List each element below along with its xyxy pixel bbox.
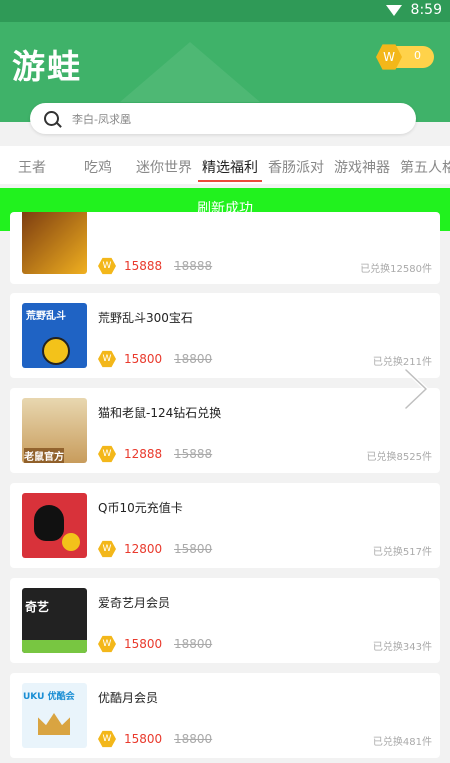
list-item[interactable]: 老鼠官方 猫和老鼠-124钻石兑换 W 12888 15888 已兑换8525件 [10, 388, 440, 473]
card-original-price: 18888 [174, 259, 213, 273]
card-thumbnail [22, 212, 87, 274]
card-title: 爱奇艺月会员 [98, 596, 171, 610]
header-decoration [120, 42, 260, 102]
thumbnail-stripe [22, 640, 87, 653]
coin-balance-value: 0 [414, 49, 421, 62]
coin-icon: W [376, 44, 402, 70]
status-time: 8:59 [410, 2, 442, 18]
wifi-icon [386, 5, 402, 16]
chevron-right-icon[interactable] [400, 366, 430, 412]
card-thumbnail [22, 493, 87, 558]
card-thumbnail: 奇艺 [22, 588, 87, 653]
card-title: 荒野乱斗300宝石 [98, 311, 193, 325]
card-sold-count: 已兑换8525件 [366, 452, 432, 463]
coin-icon: W [98, 350, 116, 368]
thumbnail-caption: 荒野乱斗 [26, 311, 66, 322]
card-title: Q币10元充值卡 [98, 501, 183, 515]
card-price: 15800 [124, 732, 163, 746]
card-price: 12800 [124, 542, 163, 556]
card-thumbnail: 老鼠官方 [22, 398, 87, 463]
qq-penguin-icon [34, 505, 64, 541]
card-thumbnail: UKU 优酷会 [22, 683, 87, 748]
thumbnail-caption: 老鼠官方 [24, 448, 64, 463]
card-sold-count: 已兑换517件 [372, 547, 432, 558]
search-placeholder: 李白-凤求凰 [72, 113, 131, 126]
card-thumbnail: 荒野乱斗 [22, 303, 87, 368]
active-tab-indicator [198, 180, 262, 182]
search-icon [44, 111, 59, 126]
card-price: 15888 [124, 259, 163, 273]
list-item[interactable]: UKU 优酷会 优酷月会员 W 15800 18800 已兑换481件 [10, 673, 440, 758]
card-sold-count: 已兑换481件 [372, 737, 432, 748]
thumbnail-caption: UKU 优酷会 [23, 692, 75, 702]
card-original-price: 15888 [174, 447, 213, 461]
status-bar: 8:59 [0, 0, 450, 22]
tab-identity-v[interactable]: 第五人格 [400, 157, 450, 177]
card-original-price: 18800 [174, 732, 213, 746]
card-sold-count: 已兑换343件 [372, 642, 432, 653]
thumbnail-caption: 奇艺 [25, 600, 50, 614]
coin-icon: W [98, 257, 116, 275]
card-price: 12888 [124, 447, 163, 461]
tab-game-tools[interactable]: 游戏神器 [334, 157, 390, 177]
card-price: 15800 [124, 637, 163, 651]
card-title: 猫和老鼠-124钻石兑换 [98, 406, 222, 420]
card-original-price: 18800 [174, 352, 213, 366]
crown-icon [38, 713, 70, 735]
list-item[interactable]: Q币10元充值卡 W 12800 15800 已兑换517件 [10, 483, 440, 568]
card-sold-count: 已兑换12580件 [360, 264, 432, 275]
coin-icon: W [98, 540, 116, 558]
list-item[interactable]: 奇艺 爱奇艺月会员 W 15800 18800 已兑换343件 [10, 578, 440, 663]
card-price: 15800 [124, 352, 163, 366]
coin-icon [62, 533, 80, 551]
tab-featured-benefits[interactable]: 精选福利 [202, 157, 258, 177]
tab-wangzhe[interactable]: 王者 [18, 157, 46, 177]
card-original-price: 18800 [174, 637, 213, 651]
list-item[interactable]: 荒野乱斗 荒野乱斗300宝石 W 15800 18800 已兑换211件 [10, 293, 440, 378]
category-tabs: 王者 吃鸡 迷你世界 精选福利 香肠派对 游戏神器 第五人格 [0, 146, 450, 184]
tab-mini-world[interactable]: 迷你世界 [136, 157, 192, 177]
list-item[interactable]: W 15888 18888 已兑换12580件 [10, 212, 440, 284]
game-logo-icon [42, 337, 70, 365]
tab-chiji[interactable]: 吃鸡 [84, 157, 112, 177]
app-title: 游蛙 [12, 47, 82, 86]
card-original-price: 15800 [174, 542, 213, 556]
coin-icon: W [98, 445, 116, 463]
search-input[interactable]: 李白-凤求凰 [30, 103, 416, 134]
card-title: 优酷月会员 [98, 691, 159, 705]
tab-sausage-party[interactable]: 香肠派对 [268, 157, 324, 177]
coin-balance-badge[interactable]: W 0 [376, 44, 434, 70]
coin-icon: W [98, 635, 116, 653]
coin-icon: W [98, 730, 116, 748]
